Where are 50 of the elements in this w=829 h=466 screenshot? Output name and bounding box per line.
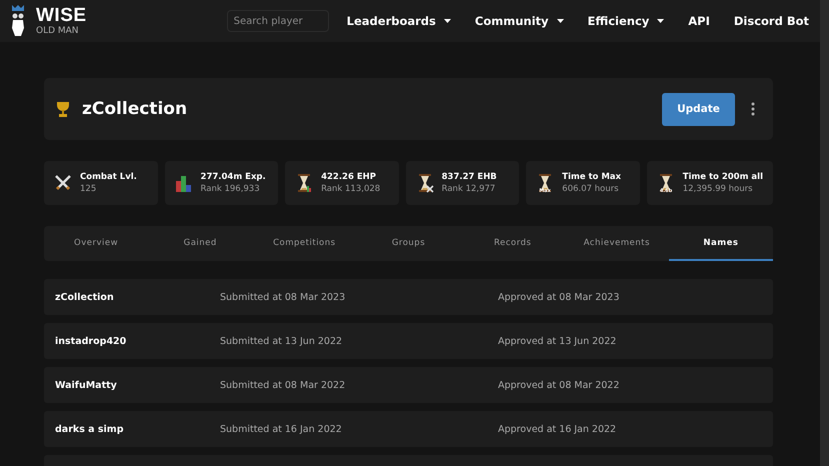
tab[interactable]: Groups — [356, 226, 461, 261]
caret-icon — [444, 19, 451, 23]
tab[interactable]: Records — [460, 226, 565, 261]
stat-value: 125 — [80, 184, 98, 194]
submitted-date: Submitted at 08 Mar 2022 — [220, 380, 346, 390]
approved-date: Approved at 08 Mar 2022 — [498, 380, 620, 390]
trophy-icon — [56, 101, 70, 117]
player-name-cell-text: instadrop420 — [55, 336, 128, 346]
stat-value: 606.07 hours — [562, 184, 620, 194]
approved-date: Approved at 08 Mar 2023 — [498, 292, 620, 302]
stat-title: Time to 200m all — [682, 172, 763, 182]
stat-title: 422.26 EHP — [321, 172, 377, 182]
nav-link[interactable]: Discord Bot — [734, 14, 809, 28]
player-name-cell-text: WaifuMatty — [55, 380, 118, 390]
stat-title: 277.04m Exp. — [200, 172, 266, 182]
search-field[interactable]: Search player — [226, 10, 329, 32]
stat-value: Rank 12,977 — [442, 184, 496, 194]
submitted-date: Submitted at 13 Jun 2022 — [220, 336, 344, 346]
tab[interactable]: Competitions — [252, 226, 356, 261]
caret-icon — [556, 19, 564, 23]
tab[interactable]: Overview — [44, 226, 148, 261]
hourglass-icon — [295, 173, 314, 193]
approved-date: Approved at 16 Jan 2022 — [498, 424, 618, 434]
bar-chart-icon — [174, 173, 193, 193]
submitted-date: Submitted at 08 Mar 2023 — [220, 292, 346, 302]
stat-title: Combat Lvl. — [80, 172, 137, 182]
nav-link[interactable]: Community — [474, 14, 564, 28]
caret-icon — [657, 19, 664, 23]
more-options-icon[interactable] — [751, 102, 755, 116]
nav-link[interactable]: Leaderboards — [346, 14, 451, 28]
stat-value: Rank 113,028 — [321, 184, 380, 194]
tab[interactable]: Names — [668, 226, 773, 261]
nav-link[interactable]: API — [688, 14, 710, 28]
stat-value: Rank 196,933 — [200, 184, 261, 194]
brand-title: WISE — [36, 6, 87, 25]
brand-subtitle: OLD MAN — [36, 27, 80, 36]
nav-link[interactable]: Efficiency — [588, 14, 664, 28]
player-name: zCollection — [82, 99, 188, 119]
tab[interactable]: Gained — [148, 226, 252, 261]
old-man-logo-icon — [10, 5, 26, 37]
stat-title: 837.27 EHB — [442, 172, 497, 182]
player-name-cell-text: darks a simp — [55, 424, 125, 434]
crossed-swords-icon — [54, 173, 72, 193]
tab[interactable]: Achievements — [564, 226, 669, 261]
update-button[interactable]: Update — [662, 92, 735, 126]
submitted-date: Submitted at 16 Jan 2022 — [220, 424, 343, 434]
approved-date: Approved at 13 Jun 2022 — [498, 336, 618, 346]
stat-value: 12,395.99 hours — [682, 184, 754, 194]
player-name-cell-text: zCollection — [55, 292, 115, 302]
stat-title: Time to Max — [562, 172, 622, 182]
